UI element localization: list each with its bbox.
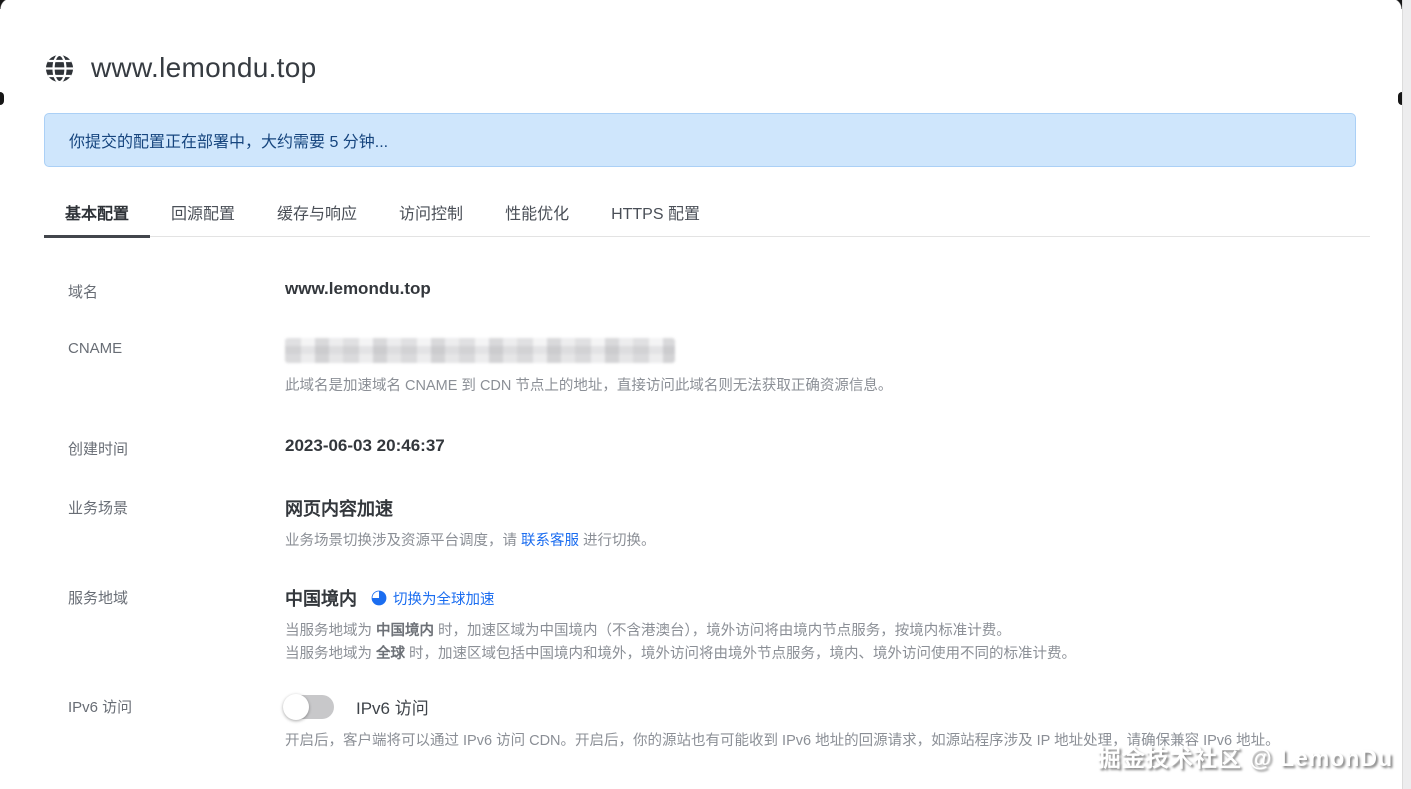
tab-https-config[interactable]: HTTPS 配置 xyxy=(590,192,721,236)
field-service-region-label: 服务地域 xyxy=(68,590,129,607)
field-cname-label: CNAME xyxy=(68,340,123,357)
deployment-alert-text: 你提交的配置正在部署中，大约需要 5 分钟... xyxy=(69,134,389,151)
field-domain-value: www.lemondu.top xyxy=(285,279,431,298)
field-created-time-value: 2023-06-03 20:46:37 xyxy=(285,436,445,455)
screenshot-corner-artifact xyxy=(0,0,11,9)
ipv6-toggle-label: IPv6 访问 xyxy=(356,699,429,718)
config-tabs: 基本配置 回源配置 缓存与响应 访问控制 性能优化 HTTPS 配置 xyxy=(44,192,1370,238)
scenario-desc-suffix: 进行切换。 xyxy=(579,533,656,549)
ipv6-toggle-knob xyxy=(283,693,309,720)
global-acceleration-icon xyxy=(371,590,387,606)
screenshot-edge-artifact xyxy=(0,92,4,105)
field-cname-value-redacted xyxy=(285,338,675,363)
tab-cache-response[interactable]: 缓存与响应 xyxy=(256,192,378,236)
field-ipv6-access-label: IPv6 访问 xyxy=(68,699,133,716)
basic-config-form: 域名 www.lemondu.top CNAME 此域名是加速域名 CNAME … xyxy=(44,279,1367,753)
scenario-desc-prefix: 业务场景切换涉及资源平台调度，请 xyxy=(285,533,522,549)
field-cname-description: 此域名是加速域名 CNAME 到 CDN 节点上的地址，直接访问此域名则无法获取… xyxy=(285,378,893,394)
tab-basic-config[interactable]: 基本配置 xyxy=(44,192,151,238)
cdn-domain-config-page: www.lemondu.top 你提交的配置正在部署中，大约需要 5 分钟...… xyxy=(0,0,1411,753)
field-ipv6-access: IPv6 访问 IPv6 访问 开启后，客户端将可以通过 IPv6 访问 CDN… xyxy=(68,693,1367,753)
page-title: www.lemondu.top xyxy=(91,52,317,83)
region-desc-line-1: 当服务地域为 中国境内 时，加速区域为中国境内（不含港澳台），境外访问将由境内节… xyxy=(285,623,1011,639)
screenshot-edge-artifact xyxy=(1398,92,1402,105)
field-service-region: 服务地域 中国境内 切换为全球加速 当服务地域为 中国境内 时，加速区域为中国境… xyxy=(68,585,1367,666)
field-business-scenario-value: 网页内容加速 xyxy=(285,499,393,519)
field-business-scenario-description: 业务场景切换涉及资源平台调度，请 联系客服 进行切换。 xyxy=(285,530,1367,553)
deployment-alert: 你提交的配置正在部署中，大约需要 5 分钟... xyxy=(44,113,1356,167)
switch-to-global-link[interactable]: 切换为全球加速 xyxy=(371,588,495,609)
field-domain: 域名 www.lemondu.top xyxy=(68,279,1367,302)
field-service-region-description: 当服务地域为 中国境内 时，加速区域为中国境内（不含港澳台），境外访问将由境内节… xyxy=(285,620,1367,666)
field-business-scenario-label: 业务场景 xyxy=(68,500,129,517)
field-created-time-label: 创建时间 xyxy=(68,441,129,458)
field-cname: CNAME 此域名是加速域名 CNAME 到 CDN 节点上的地址，直接访问此域… xyxy=(68,338,1367,398)
vertical-scrollbar[interactable] xyxy=(1402,0,1411,789)
field-ipv6-description: 开启后，客户端将可以通过 IPv6 访问 CDN。开启后，你的源站也有可能收到 … xyxy=(285,733,1280,749)
switch-to-global-label: 切换为全球加速 xyxy=(393,591,495,608)
screenshot-corner-artifact xyxy=(1391,0,1402,9)
tab-origin-config[interactable]: 回源配置 xyxy=(150,192,256,236)
tab-performance[interactable]: 性能优化 xyxy=(484,192,590,236)
field-service-region-value: 中国境内 xyxy=(285,589,357,609)
field-created-time: 创建时间 2023-06-03 20:46:37 xyxy=(68,436,1367,459)
ipv6-toggle[interactable] xyxy=(283,693,334,720)
field-domain-label: 域名 xyxy=(68,284,99,301)
contact-support-link[interactable]: 联系客服 xyxy=(521,533,579,549)
tab-access-control[interactable]: 访问控制 xyxy=(378,192,484,236)
field-business-scenario: 业务场景 网页内容加速 业务场景切换涉及资源平台调度，请 联系客服 进行切换。 xyxy=(68,495,1367,553)
page-header: www.lemondu.top xyxy=(44,52,1367,84)
region-desc-line-2: 当服务地域为 全球 时，加速区域包括中国境内和境外，境外访问将由境外节点服务，境… xyxy=(285,646,1077,662)
globe-icon xyxy=(44,53,75,84)
